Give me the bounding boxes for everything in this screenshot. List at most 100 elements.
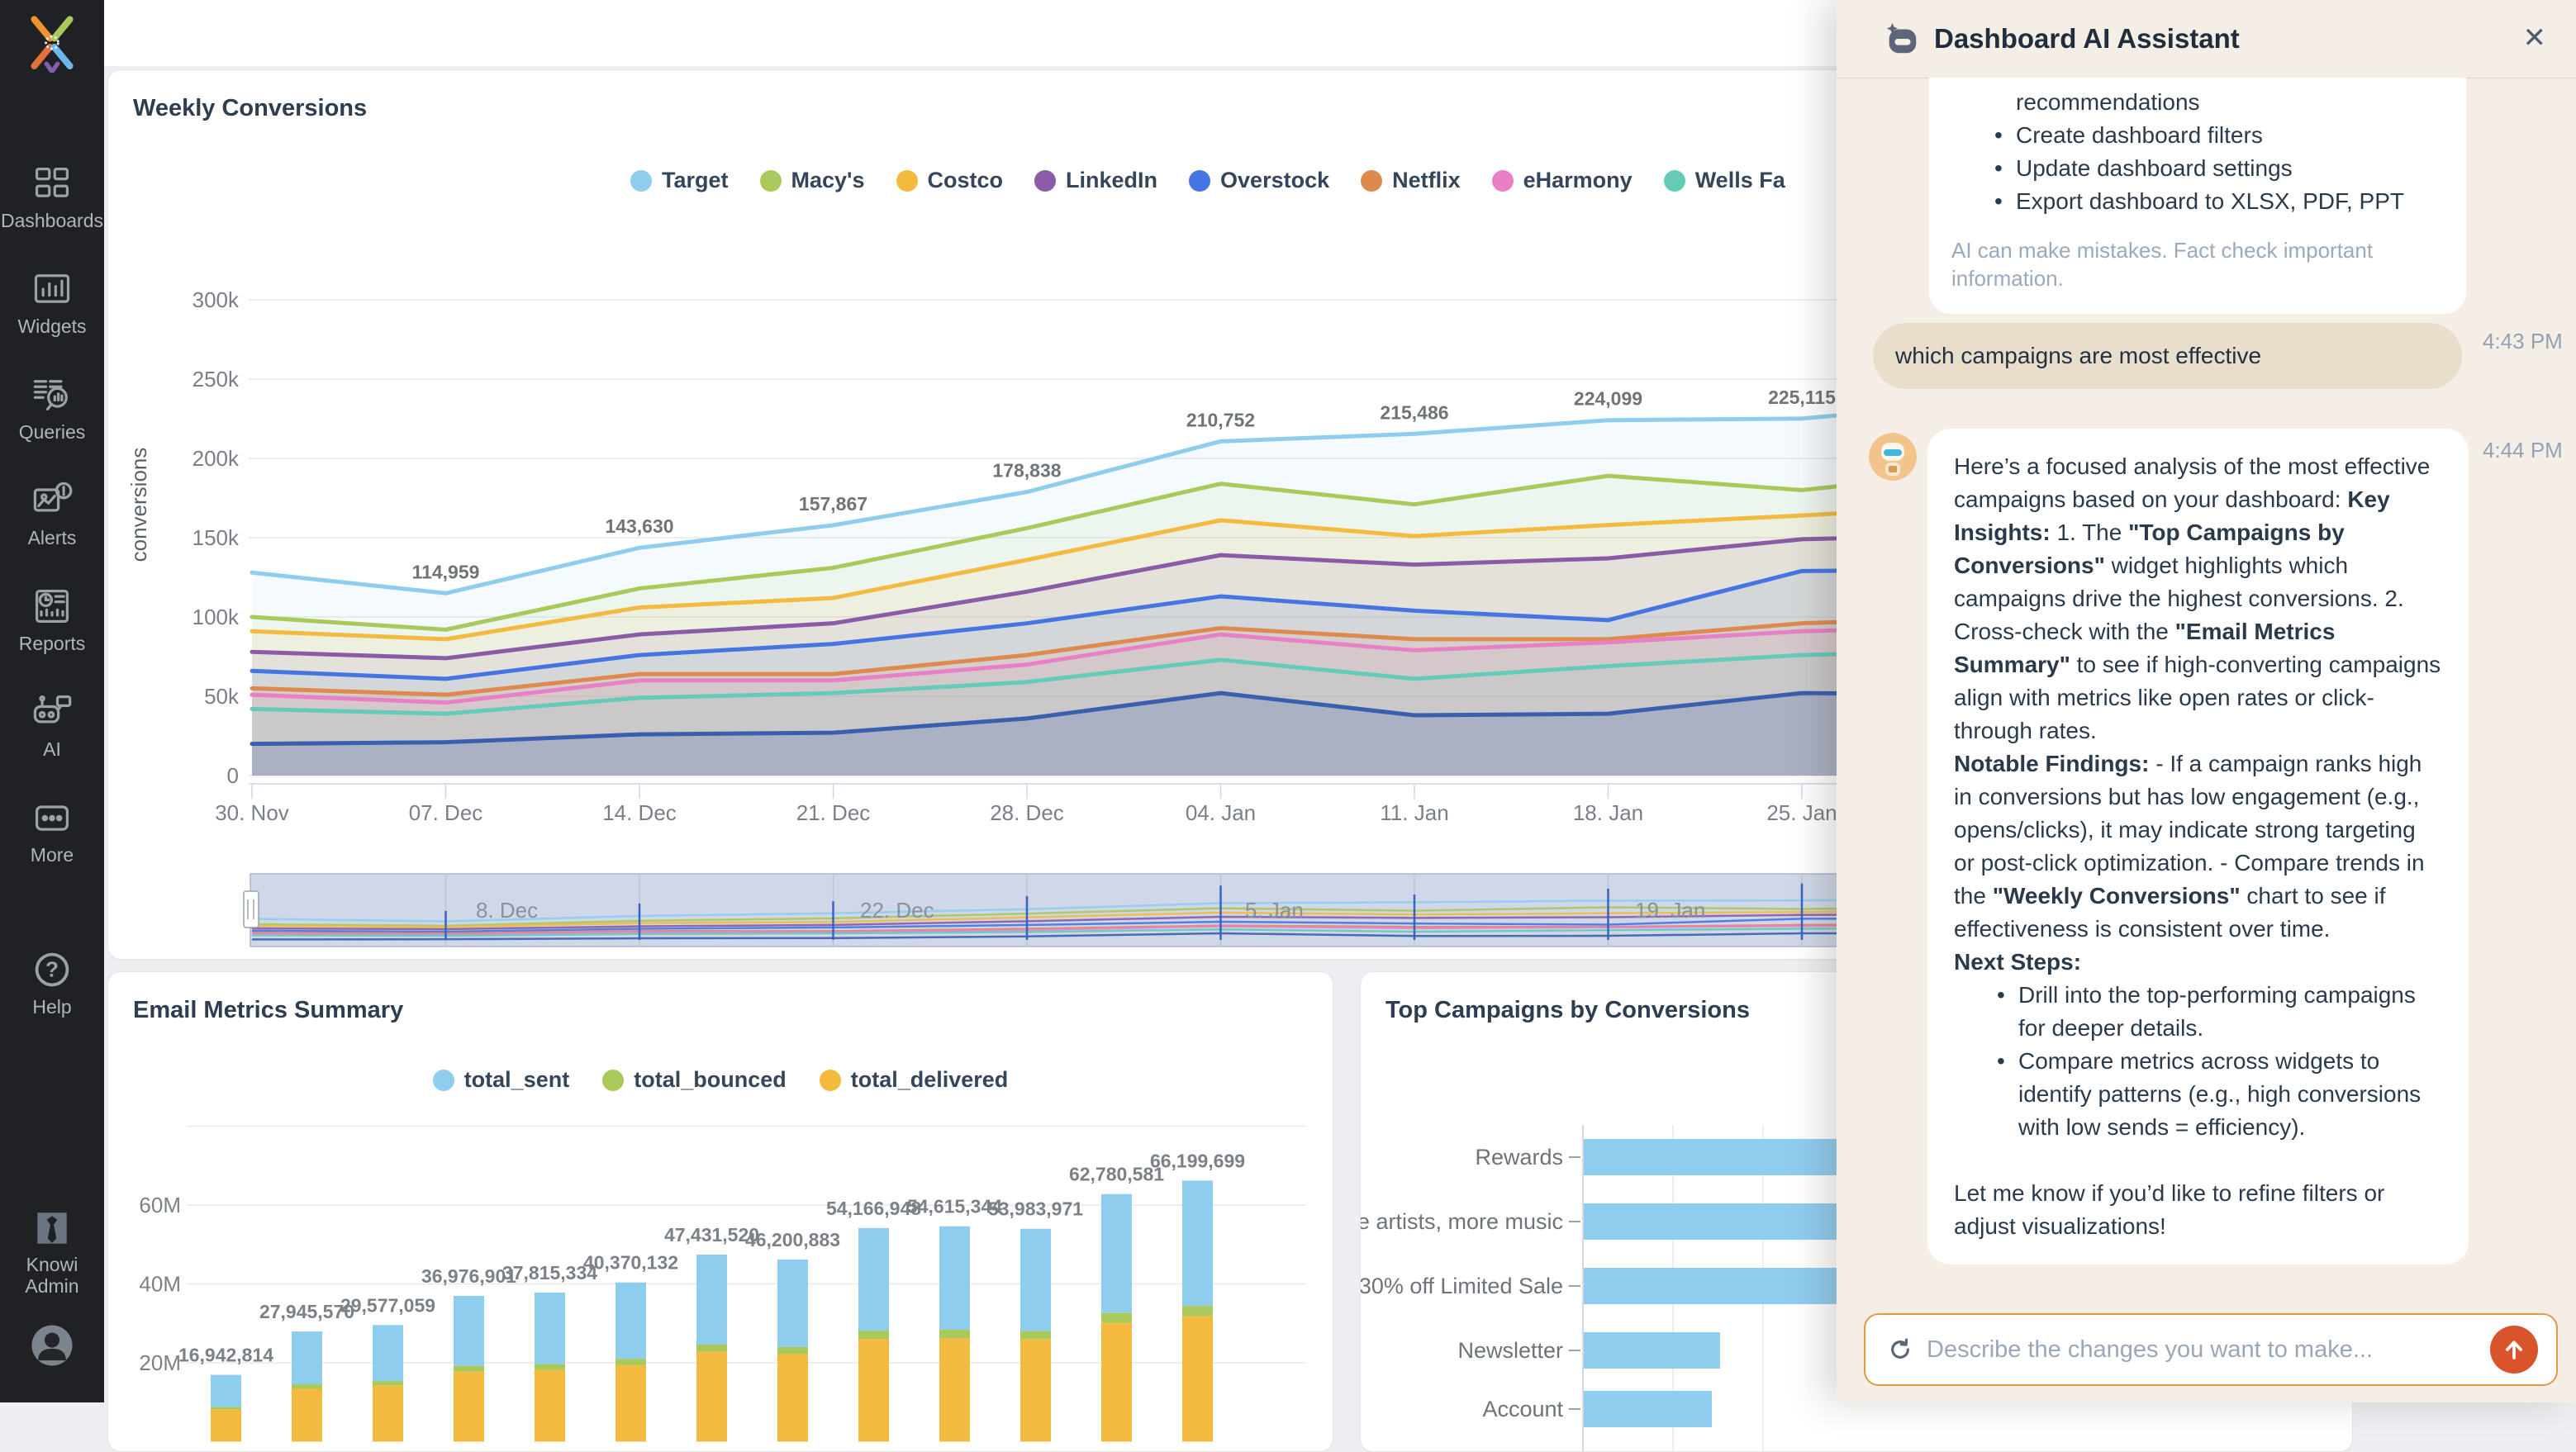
sidebar-item-queries[interactable]: Queries <box>0 373 104 443</box>
bar-total-delivered[interactable] <box>292 1388 322 1441</box>
ai-prompt-input[interactable] <box>1925 1336 2556 1364</box>
bar-total-bounced[interactable] <box>615 1359 646 1365</box>
sidebar-item-more[interactable]: More <box>0 796 104 866</box>
bar-total-sent[interactable] <box>535 1293 565 1364</box>
ai-input-box[interactable] <box>1864 1313 2558 1386</box>
sidebar-item-label: AI <box>43 738 61 760</box>
sidebar-item-label: Help <box>32 996 71 1018</box>
bar-total-label: 29,577,059 <box>340 1294 435 1316</box>
data-label: 178,838 <box>992 460 1061 482</box>
bar-total-bounced[interactable] <box>535 1364 565 1370</box>
y-tick-label: 150k <box>192 525 240 550</box>
intro-bullet-item: Create dashboard filters <box>1951 119 2444 152</box>
sidebar-item-label: Alerts <box>28 527 77 548</box>
bar-Account[interactable] <box>1584 1391 1712 1427</box>
bar-total-delivered[interactable] <box>373 1386 403 1442</box>
bar-total-bounced[interactable] <box>1101 1313 1132 1323</box>
bar-total-bounced[interactable] <box>1182 1306 1213 1317</box>
y-tick-label: 50k <box>204 684 240 709</box>
bar-total-delivered[interactable] <box>777 1355 808 1442</box>
bar-total-sent[interactable] <box>777 1260 808 1347</box>
navigator-label: 19. Jan <box>1635 898 1705 923</box>
sidebar-item-admin[interactable]: KnowiAdmin <box>0 1208 104 1297</box>
bar-total-sent[interactable] <box>1101 1194 1132 1313</box>
navigator-label: 22. Dec <box>860 898 934 923</box>
bar-total-delivered[interactable] <box>535 1370 565 1442</box>
bar-total-sent[interactable] <box>373 1325 403 1381</box>
bar-total-sent[interactable] <box>1182 1180 1213 1306</box>
sidebar-item-widgets[interactable]: Widgets <box>0 268 104 337</box>
bar-total-sent[interactable] <box>615 1283 646 1359</box>
alerts-icon <box>30 479 74 522</box>
bar-total-sent[interactable] <box>696 1255 727 1345</box>
bar-Newsletter[interactable] <box>1584 1332 1720 1369</box>
bar-total-bounced[interactable] <box>939 1330 970 1338</box>
bar-total-bounced[interactable] <box>858 1331 889 1339</box>
bar-total-bounced[interactable] <box>292 1384 322 1388</box>
bar-total-label: 53,983,971 <box>988 1198 1083 1220</box>
y-tick-label: 300k <box>192 287 240 312</box>
ai-icon <box>30 690 74 733</box>
refresh-icon[interactable] <box>1887 1336 1913 1363</box>
x-tick-label: 21. Dec <box>796 800 871 825</box>
assistant-paragraph: Next Steps: <box>1954 946 2442 979</box>
assistant-message-bubble: Here’s a focused analysis of the most ef… <box>1927 429 2469 1265</box>
user-message-bubble: which campaigns are most effective <box>1873 323 2462 389</box>
navigator-handle[interactable] <box>244 891 259 928</box>
bar-total-sent[interactable] <box>858 1228 889 1331</box>
send-button[interactable] <box>2490 1326 2538 1374</box>
navigator-label: 5. Jan <box>1245 898 1304 923</box>
assistant-paragraph: Notable Findings: - If a campaign ranks … <box>1954 747 2442 946</box>
bar-total-delivered[interactable] <box>211 1410 241 1442</box>
sidebar-item-reports[interactable]: Reports <box>0 585 104 654</box>
bar-total-delivered[interactable] <box>1182 1317 1213 1442</box>
ai-intro-bubble: recommendations Create dashboard filters… <box>1929 78 2466 314</box>
sidebar-item-help[interactable]: ? Help <box>0 948 104 1018</box>
sidebar-item-ai[interactable]: AI <box>0 690 104 760</box>
y-tick-label: 200k <box>192 446 240 471</box>
app-logo[interactable] <box>23 15 81 73</box>
navigator-label: 8. Dec <box>476 898 538 923</box>
email-metrics-chart: 20M40M60M16,942,81427,945,57029,577,0593… <box>108 972 1333 1451</box>
y-tick-label: 60M <box>139 1193 181 1217</box>
sidebar-item-label: Reports <box>19 633 86 654</box>
y-tick-label: 250k <box>192 367 240 391</box>
dashboards-icon <box>30 162 74 205</box>
bar-total-delivered[interactable] <box>1101 1323 1132 1442</box>
bar-total-delivered[interactable] <box>454 1372 484 1442</box>
ai-disclaimer: AI can make mistakes. Fact check importa… <box>1951 236 2444 292</box>
bar-total-delivered[interactable] <box>696 1352 727 1442</box>
sidebar-avatar[interactable] <box>0 1320 104 1371</box>
bar-total-delivered[interactable] <box>615 1365 646 1442</box>
assistant-text-bold: Notable Findings: <box>1954 751 2149 776</box>
y-tick-label: 100k <box>192 605 240 629</box>
x-tick-label: 25. Jan <box>1766 800 1837 825</box>
bar-total-sent[interactable] <box>454 1296 484 1366</box>
data-label: 225,115 <box>1768 387 1836 408</box>
bar-total-bounced[interactable] <box>777 1347 808 1355</box>
bar-total-sent[interactable] <box>939 1227 970 1330</box>
bar-total-bounced[interactable] <box>696 1345 727 1352</box>
queries-icon <box>30 373 74 416</box>
bar-total-sent[interactable] <box>292 1331 322 1384</box>
assistant-text: Let me know if you’d like to refine filt… <box>1954 1180 2384 1239</box>
assistant-paragraph: Here’s a focused analysis of the most ef… <box>1954 450 2442 747</box>
x-tick-label: 30. Nov <box>215 800 289 825</box>
bar-total-bounced[interactable] <box>373 1381 403 1386</box>
bar-total-delivered[interactable] <box>1020 1340 1051 1442</box>
user-message-text: which campaigns are most effective <box>1895 339 2261 372</box>
data-label: 157,867 <box>799 493 867 515</box>
bar-total-bounced[interactable] <box>1020 1331 1051 1339</box>
sidebar-item-label: More <box>31 844 74 866</box>
sidebar-item-alerts[interactable]: Alerts <box>0 479 104 548</box>
bar-total-delivered[interactable] <box>858 1339 889 1441</box>
svg-text:?: ? <box>45 957 59 982</box>
assistant-text-bold: Next Steps: <box>1954 949 2081 975</box>
bar-total-bounced[interactable] <box>454 1366 484 1372</box>
bar-total-bounced[interactable] <box>211 1407 241 1409</box>
sidebar: Dashboards Widgets Queries Alerts Reports AI M… <box>0 0 104 1402</box>
sidebar-item-dashboards[interactable]: Dashboards <box>0 162 104 231</box>
close-icon[interactable]: ✕ <box>2523 21 2547 55</box>
bar-total-sent[interactable] <box>1020 1229 1051 1331</box>
bar-total-delivered[interactable] <box>939 1338 970 1441</box>
